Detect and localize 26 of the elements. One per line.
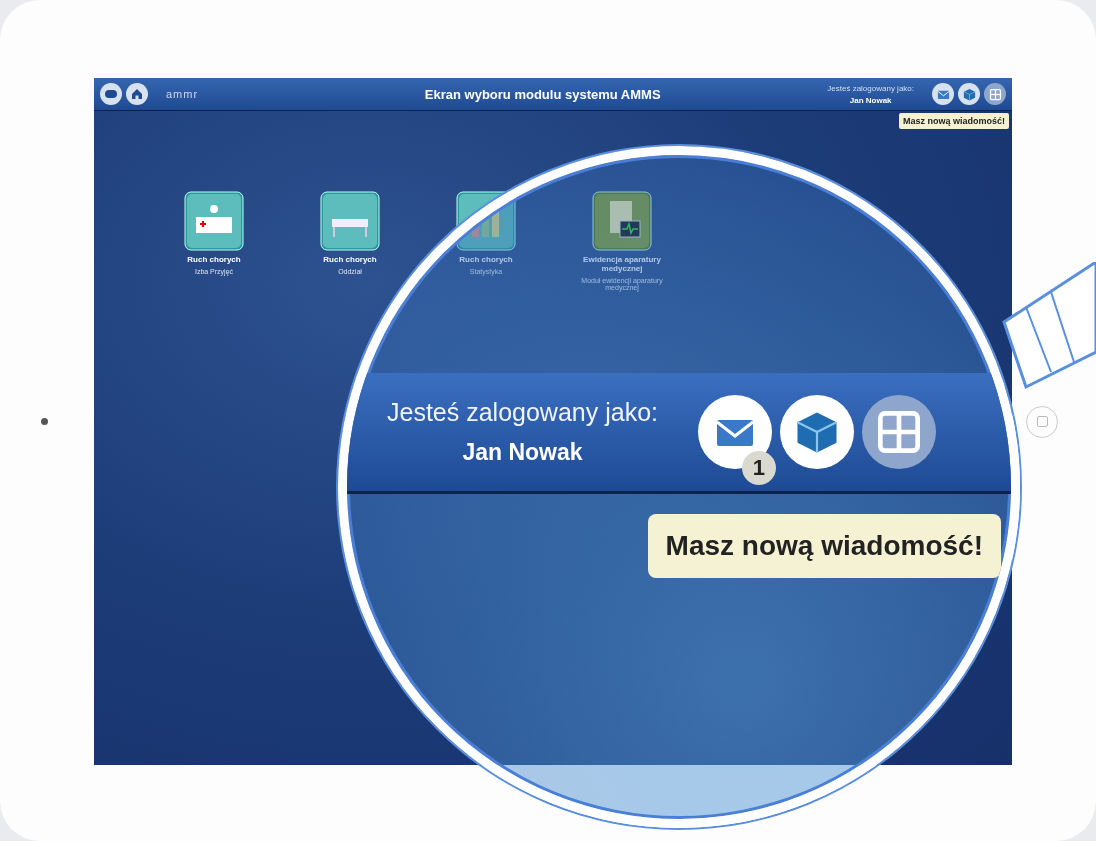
module-title: Ruch chorych	[322, 255, 378, 264]
logged-in-label: Jesteś zalogowany jako:	[387, 398, 658, 427]
screen-title: Ekran wyboru modulu systemu AMMS	[423, 86, 662, 102]
message-tooltip: Masz nową wiadomość!	[647, 514, 1001, 578]
ward-module-icon	[320, 191, 380, 251]
user-name: Jan Nowak	[462, 439, 583, 466]
equipment-module-icon	[592, 191, 652, 251]
camera-dot	[41, 418, 48, 425]
admission-module-icon	[184, 191, 244, 251]
messages-button[interactable]	[932, 83, 954, 105]
home-button[interactable]	[126, 83, 148, 105]
module-title: Ruch chorych	[186, 255, 242, 264]
statistics-module-icon	[456, 191, 516, 251]
grid-button[interactable]	[984, 83, 1006, 105]
user-name: Jan Nowak	[849, 95, 892, 105]
back-button[interactable]	[100, 83, 122, 105]
module-title: Ewidencja aparatury medycznej	[582, 255, 662, 273]
grid-icon	[987, 86, 1003, 102]
message-tooltip: Masz nową wiadomość!	[898, 113, 1009, 129]
logo: ammr	[166, 88, 199, 100]
modules-button[interactable]	[958, 83, 980, 105]
cube-icon	[961, 86, 977, 102]
message-count-badge: 1	[742, 451, 776, 485]
module-title: Ruch chorych	[458, 255, 514, 264]
home-icon	[131, 88, 143, 100]
logged-in-label: Jesteś zalogowany jako:	[827, 83, 914, 93]
